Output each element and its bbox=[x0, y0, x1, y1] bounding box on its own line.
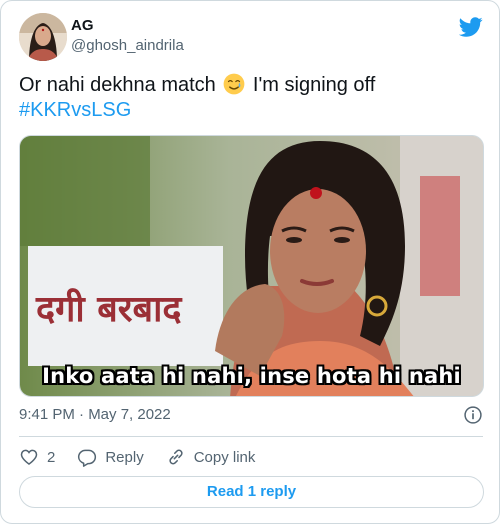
heart-icon bbox=[20, 449, 38, 466]
reply-bubble-icon bbox=[78, 449, 97, 467]
copy-link-label: Copy link bbox=[193, 448, 256, 466]
background-sign-text: दगी बरबाद bbox=[35, 288, 183, 330]
avatar[interactable] bbox=[19, 13, 67, 61]
tweet-timestamp[interactable]: 9:41 PM · May 7, 2022 bbox=[19, 406, 171, 423]
divider bbox=[19, 436, 483, 437]
hashtag-link[interactable]: #KKRvsLSG bbox=[19, 99, 131, 121]
reply-button[interactable]: Reply bbox=[77, 447, 144, 467]
meme-photo: दगी बरबाद bbox=[20, 136, 483, 396]
copy-link-button[interactable]: Copy link bbox=[166, 447, 256, 467]
meme-caption: Inko aata hi nahi, inse hota hi nahi bbox=[42, 364, 461, 388]
reply-label: Reply bbox=[105, 448, 144, 466]
twitter-bird-icon[interactable] bbox=[459, 15, 483, 39]
author-names: AG @ghosh_aindrila bbox=[71, 16, 184, 56]
tweet-actions: 2 Reply Copy link bbox=[19, 445, 277, 469]
tweet-card: AG @ghosh_aindrila Or nahi dekhna match … bbox=[0, 0, 500, 524]
tweet-media-image[interactable]: दगी बरबाद Inko aata hi nahi, inse hota h… bbox=[19, 135, 484, 397]
tweet-text-part-1: Or nahi dekhna match bbox=[19, 74, 216, 96]
tweet-meta: 9:41 PM · May 7, 2022 bbox=[19, 405, 483, 427]
like-count: 2 bbox=[47, 448, 56, 466]
link-icon bbox=[169, 449, 183, 465]
read-replies-button[interactable]: Read 1 reply bbox=[19, 476, 484, 508]
tweet-text: Or nahi dekhna match I'm signing off #KK… bbox=[19, 73, 483, 123]
like-button[interactable]: 2 bbox=[19, 447, 55, 467]
author-handle[interactable]: @ghosh_aindrila bbox=[71, 36, 184, 56]
smiling-face-with-tear-icon bbox=[223, 73, 245, 95]
avatar-image bbox=[19, 13, 67, 61]
info-icon[interactable] bbox=[463, 405, 483, 425]
tweet-header: AG @ghosh_aindrila bbox=[19, 13, 483, 63]
author-display-name[interactable]: AG bbox=[71, 16, 184, 36]
tweet-text-part-2: I'm signing off bbox=[252, 74, 376, 96]
